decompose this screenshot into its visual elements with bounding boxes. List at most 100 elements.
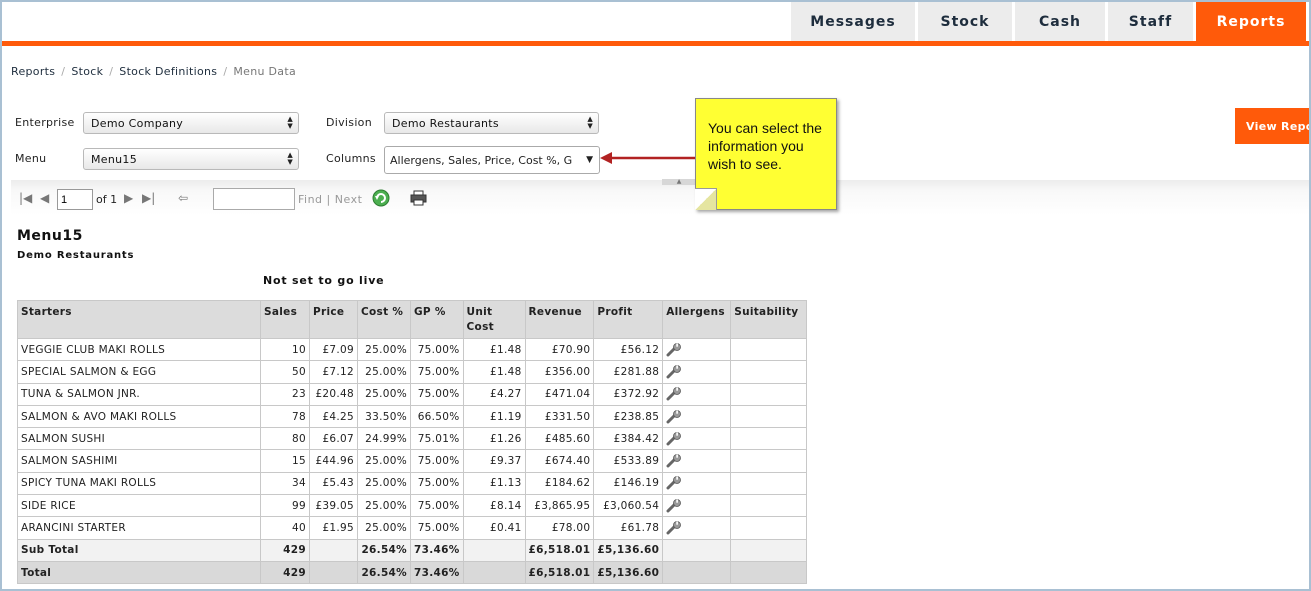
division-select[interactable]: Demo Restaurants ▲ ▼: [384, 112, 599, 134]
total-row: Total 429 26.54% 73.46% £6,518.01 £5,136…: [17, 560, 808, 585]
cell-allergens: [662, 382, 732, 406]
cell-allergens: [662, 404, 732, 429]
view-report-button[interactable]: View Report: [1235, 108, 1311, 144]
cell-price: £6.07: [309, 427, 358, 451]
cell-unit: £1.48: [462, 360, 526, 384]
cell-cost: 33.50%: [357, 404, 411, 429]
col-starters: Starters: [17, 300, 261, 339]
cell-unit: £1.13: [462, 471, 526, 496]
table-row: SALMON SUSHI 80 £6.07 24.99% 75.01% £1.26 £485…: [17, 427, 808, 451]
tab-reports[interactable]: Reports: [1196, 2, 1306, 41]
refresh-icon[interactable]: [372, 189, 390, 207]
columns-label: Columns: [326, 152, 376, 165]
menu-select[interactable]: Menu15 ▲ ▼: [83, 148, 299, 170]
allergens-wrench-icon[interactable]: [666, 521, 682, 535]
breadcrumb-reports[interactable]: Reports: [11, 65, 55, 78]
report-toolbar: [11, 180, 1309, 215]
cell-name: SALMON SASHIMI: [17, 449, 261, 473]
report-subtitle: Demo Restaurants: [17, 250, 135, 261]
cell-sales: 50: [260, 360, 310, 384]
allergens-wrench-icon[interactable]: [666, 365, 682, 379]
find-separator: |: [326, 193, 331, 206]
cell-suitability: [730, 494, 808, 518]
allergens-wrench-icon[interactable]: [666, 431, 682, 446]
find-input[interactable]: [213, 188, 295, 210]
columns-select-value: Allergens, Sales, Price, Cost %, G: [390, 153, 573, 167]
header-accent-bar: [2, 41, 1309, 46]
print-icon[interactable]: [410, 190, 427, 206]
cell-profit: £56.12: [593, 337, 664, 362]
cell-sales: 10: [260, 337, 310, 362]
breadcrumb-stock-definitions[interactable]: Stock Definitions: [119, 65, 217, 78]
table-row: ARANCINI STARTER 40 £1.95 25.00% 75.00% £0.41…: [17, 516, 808, 540]
subtotal-profit: £5,136.60: [593, 538, 664, 562]
breadcrumb-current: Menu Data: [233, 65, 297, 78]
allergens-wrench-icon[interactable]: [666, 342, 682, 357]
subtotal-revenue: £6,518.01: [524, 538, 595, 562]
cell-allergens: [662, 360, 732, 384]
tab-cash[interactable]: Cash: [1015, 2, 1105, 41]
select-arrows-icon: ▲ ▼: [587, 115, 593, 130]
allergens-wrench-icon[interactable]: [666, 387, 682, 401]
tab-staff[interactable]: Staff: [1108, 2, 1193, 41]
subtotal-unit: [462, 538, 526, 562]
previous-page-icon[interactable]: ◀: [40, 191, 49, 205]
cell-sales: 15: [260, 449, 310, 473]
cell-revenue: £471.04: [524, 382, 595, 406]
table-row: SPICY TUNA MAKI ROLLS 34 £5.43 25.00% 75.00%…: [17, 471, 808, 496]
menu-label: Menu: [15, 152, 47, 165]
dropdown-caret-icon: ▼: [586, 155, 593, 165]
cell-name: SALMON & AVO MAKI ROLLS: [17, 404, 261, 429]
total-sales: 429: [260, 560, 310, 585]
breadcrumb: Reports / Stock / Stock Definitions / Menu …: [11, 65, 297, 78]
next-page-icon[interactable]: ▶: [124, 191, 133, 205]
cell-name: TUNA & SALMON JNR.: [17, 382, 261, 406]
cell-unit: £0.41: [462, 516, 526, 540]
last-page-icon[interactable]: ▶|: [142, 191, 155, 205]
cell-gp: 75.00%: [410, 337, 464, 362]
columns-select[interactable]: Allergens, Sales, Price, Cost %, G ▼: [384, 146, 600, 174]
menu-select-value: Menu15: [91, 152, 137, 166]
cell-profit: £372.92: [593, 382, 664, 406]
allergens-wrench-icon[interactable]: [666, 476, 682, 490]
breadcrumb-stock[interactable]: Stock: [71, 65, 103, 78]
cell-revenue: £78.00: [524, 516, 595, 540]
tab-messages[interactable]: Messages: [791, 2, 915, 41]
cell-revenue: £485.60: [524, 427, 595, 451]
total-allergens: [662, 560, 732, 585]
cell-cost: 25.00%: [357, 382, 411, 406]
enterprise-label: Enterprise: [15, 116, 75, 129]
cell-cost: 25.00%: [357, 471, 411, 496]
cell-cost: 25.00%: [357, 337, 411, 362]
cell-allergens: [662, 449, 732, 473]
back-icon[interactable]: ⇦: [178, 191, 188, 205]
total-profit: £5,136.60: [593, 560, 664, 585]
top-nav: Messages Stock Cash Staff Reports: [791, 2, 1306, 41]
tab-stock[interactable]: Stock: [918, 2, 1012, 41]
total-unit: [462, 560, 526, 585]
page-number-input[interactable]: [57, 189, 93, 210]
allergens-wrench-icon[interactable]: [666, 498, 682, 513]
allergens-wrench-icon[interactable]: [666, 409, 682, 424]
cell-cost: 25.00%: [357, 494, 411, 518]
cell-name: SPICY TUNA MAKI ROLLS: [17, 471, 261, 496]
cell-unit: £9.37: [462, 449, 526, 473]
subtotal-gp: 73.46%: [410, 538, 464, 562]
cell-allergens: [662, 494, 732, 518]
cell-sales: 80: [260, 427, 310, 451]
total-cost: 26.54%: [357, 560, 411, 585]
col-cost-pct: Cost %: [357, 300, 411, 339]
total-label: Total: [17, 560, 261, 585]
allergens-wrench-icon[interactable]: [666, 454, 682, 468]
table-row: SALMON & AVO MAKI ROLLS 78 £4.25 33.50% 66.5…: [17, 404, 808, 429]
find-link[interactable]: Find: [298, 193, 323, 206]
next-link[interactable]: Next: [335, 193, 363, 206]
division-select-value: Demo Restaurants: [392, 116, 499, 130]
collapse-parameters-icon[interactable]: ▲: [662, 179, 696, 185]
note-fold-icon: [695, 188, 717, 210]
cell-suitability: [730, 382, 808, 406]
enterprise-select[interactable]: Demo Company ▲ ▼: [83, 112, 299, 134]
first-page-icon[interactable]: |◀: [19, 191, 32, 205]
table-row: TUNA & SALMON JNR. 23 £20.48 25.00% 75.00% £4…: [17, 382, 808, 406]
report-status: Not set to go live: [263, 274, 385, 287]
